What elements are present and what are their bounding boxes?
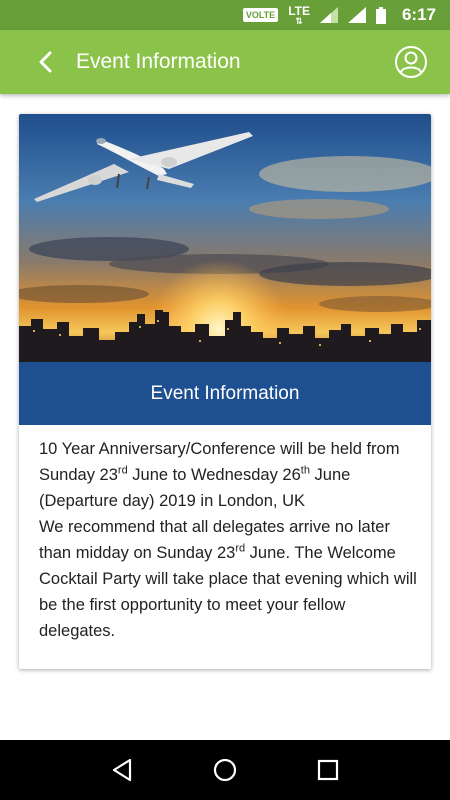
event-dates-paragraph: 10 Year Anniversary/Conference will be h… [39,436,419,514]
data-arrows-icon: ⇅ [295,15,303,26]
paragraph1-sup2: th [300,464,310,477]
volte-indicator: VOLTE [242,8,279,22]
nav-home-button[interactable] [205,750,245,790]
nav-back-button[interactable] [102,750,142,790]
status-bar: VOLTE LTE ⇅ 6:17 [0,0,450,30]
nav-back-icon [112,758,131,782]
card-header: Event Information [19,362,431,425]
battery-icon [375,6,386,24]
nav-recents-button[interactable] [308,750,348,790]
event-description: 10 Year Anniversary/Conference will be h… [39,436,419,644]
signal-icon-1 [319,7,338,23]
paragraph1-sup1: rd [117,464,128,477]
card-header-title: Event Information [150,382,300,404]
system-nav-bar [0,740,450,800]
paragraph2-sup1: rd [235,542,246,555]
status-time: 6:17 [401,5,436,24]
app-bar: Event Information [0,30,450,94]
event-recommendation-paragraph: We recommend that all delegates arrive n… [39,514,419,644]
event-card: Event Information 10 Year Anniversary/Co… [19,114,431,669]
signal-icon-2 [347,7,366,23]
nav-recents-icon [318,759,339,781]
nav-home-icon [213,758,237,782]
lte-indicator: LTE ⇅ [288,5,310,26]
back-button[interactable] [16,30,76,94]
account-circle-icon [395,46,427,78]
page-title: Event Information [76,50,241,73]
paragraph1-part2: June to Wednesday 26 [127,466,301,484]
hero-image [19,114,431,362]
profile-button[interactable] [394,45,428,79]
back-arrow-icon [39,51,52,73]
